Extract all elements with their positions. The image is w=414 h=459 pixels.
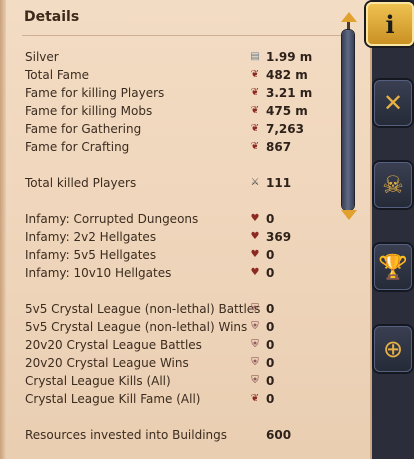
stat-row: Fame for Crafting ❦ 867 bbox=[25, 138, 315, 156]
shield-icon: ⛨ bbox=[251, 357, 259, 368]
stat-label: Crystal League Kills (All) bbox=[25, 374, 171, 388]
stat-label: 20v20 Crystal League Battles bbox=[25, 338, 202, 352]
stat-value: 111 bbox=[266, 176, 292, 190]
stat-value: 0 bbox=[266, 266, 275, 280]
stat-row: 20v20 Crystal League Wins ⛨ 0 bbox=[25, 354, 315, 372]
shield-icon: ⛨ bbox=[251, 339, 259, 350]
stat-row: 5v5 Crystal League (non-lethal) Battles ⛨… bbox=[25, 300, 315, 318]
stat-row: Infamy: 5v5 Hellgates ♥ 0 bbox=[25, 246, 315, 264]
stat-row: Infamy: Corrupted Dungeons ♥ 0 bbox=[25, 210, 315, 228]
fame-icon: ❦ bbox=[250, 87, 260, 98]
stat-label: Fame for Crafting bbox=[25, 140, 130, 154]
stat-row: Infamy: 10v10 Hellgates ♥ 0 bbox=[25, 264, 315, 282]
stat-label: Fame for Gathering bbox=[25, 122, 142, 136]
stat-label: 5v5 Crystal League (non-lethal) Wins bbox=[25, 320, 248, 334]
stat-value: 7,263 bbox=[266, 122, 304, 136]
scroll-up-arrow-icon[interactable] bbox=[341, 12, 357, 22]
infamy-icon: ♥ bbox=[250, 213, 260, 224]
stat-row: Fame for Gathering ❦ 7,263 bbox=[25, 120, 315, 138]
stat-value: 482 m bbox=[266, 68, 308, 82]
stat-label: Total Fame bbox=[25, 68, 90, 82]
stat-row: Resources invested into Buildings 600 bbox=[25, 426, 315, 444]
stats-list: Silver ▤ 1.99 m Total Fame ❦ 482 m Fame for ki… bbox=[25, 48, 315, 444]
stat-row: Crystal League Kills (All) ⛨ 0 bbox=[25, 372, 315, 390]
stat-value: 0 bbox=[266, 248, 275, 262]
fame-icon: ❦ bbox=[250, 123, 260, 134]
stat-label: Infamy: 10v10 Hellgates bbox=[25, 266, 172, 280]
stat-value: 1.99 m bbox=[266, 50, 313, 64]
skull-icon: ☠ bbox=[382, 171, 404, 199]
stat-row: Silver ▤ 1.99 m bbox=[25, 48, 315, 66]
stat-value: 475 m bbox=[266, 104, 308, 118]
stat-label: Total killed Players bbox=[25, 176, 137, 190]
stat-value: 0 bbox=[266, 392, 275, 406]
infamy-icon: ♥ bbox=[250, 231, 260, 242]
stat-value: 867 bbox=[266, 140, 292, 154]
stat-value: 0 bbox=[266, 374, 275, 388]
trophy-icon: 🏆 bbox=[378, 253, 408, 281]
crossed-swords-icon: ✕ bbox=[382, 89, 404, 117]
stat-label: Silver bbox=[25, 50, 59, 64]
stat-row: 5v5 Crystal League (non-lethal) Wins ⛨ 0 bbox=[25, 318, 315, 336]
stat-row: Fame for killing Mobs ❦ 475 m bbox=[25, 102, 315, 120]
stat-row: Total Fame ❦ 482 m bbox=[25, 66, 315, 84]
tab-pvp[interactable]: ☠ bbox=[374, 162, 412, 208]
stat-row: Infamy: 2v2 Hellgates ♥ 369 bbox=[25, 228, 315, 246]
stat-label: Resources invested into Buildings bbox=[25, 428, 228, 442]
stat-value: 0 bbox=[266, 356, 275, 370]
stat-row: Fame for killing Players ❦ 3.21 m bbox=[25, 84, 315, 102]
stat-value: 0 bbox=[266, 338, 275, 352]
globe-swords-icon: ⊕ bbox=[382, 335, 404, 363]
info-icon: i bbox=[385, 9, 395, 39]
stat-value: 0 bbox=[266, 212, 275, 226]
stat-label: Infamy: Corrupted Dungeons bbox=[25, 212, 199, 226]
stat-value: 3.21 m bbox=[266, 86, 313, 100]
stat-row: Total killed Players ⚔ 111 bbox=[25, 174, 315, 192]
shield-icon: ⛨ bbox=[251, 321, 259, 332]
fame-icon: ❦ bbox=[250, 69, 260, 80]
stat-row: Crystal League Kill Fame (All) ❦ 0 bbox=[25, 390, 315, 408]
tab-combat[interactable]: ✕ bbox=[374, 80, 412, 126]
stat-label: Fame for killing Mobs bbox=[25, 104, 153, 118]
fame-icon: ❦ bbox=[250, 393, 260, 404]
side-tab-strip bbox=[372, 0, 414, 459]
title-divider bbox=[22, 35, 342, 36]
shield-icon: ⛨ bbox=[251, 303, 259, 314]
stat-label: Infamy: 5v5 Hellgates bbox=[25, 248, 157, 262]
stat-value: 0 bbox=[266, 302, 275, 316]
infamy-icon: ♥ bbox=[250, 267, 260, 278]
stat-value: 600 bbox=[266, 428, 292, 442]
stat-label: Infamy: 2v2 Hellgates bbox=[25, 230, 157, 244]
panel-title: Details bbox=[24, 9, 80, 25]
stat-row: 20v20 Crystal League Battles ⛨ 0 bbox=[25, 336, 315, 354]
stat-label: 5v5 Crystal League (non-lethal) Battles bbox=[25, 302, 261, 316]
scroll-down-arrow-icon[interactable] bbox=[341, 210, 357, 220]
shield-icon: ⛨ bbox=[251, 375, 259, 386]
fame-icon: ❦ bbox=[250, 105, 260, 116]
silver-icon: ▤ bbox=[250, 51, 260, 62]
tab-info[interactable]: i bbox=[366, 2, 414, 46]
scrollbar-thumb[interactable] bbox=[342, 30, 354, 210]
stat-label: 20v20 Crystal League Wins bbox=[25, 356, 189, 370]
fame-icon: ❦ bbox=[250, 141, 260, 152]
stat-label: Fame for killing Players bbox=[25, 86, 165, 100]
crossed-swords-icon: ⚔ bbox=[250, 177, 260, 188]
tab-guild-war[interactable]: ⊕ bbox=[374, 326, 412, 372]
details-panel: Details Silver ▤ 1.99 m Total Fame ❦ 482 m Fam… bbox=[0, 0, 372, 459]
tab-achievements[interactable]: 🏆 bbox=[374, 244, 412, 290]
stat-value: 0 bbox=[266, 320, 275, 334]
stat-value: 369 bbox=[266, 230, 292, 244]
infamy-icon: ♥ bbox=[250, 249, 260, 260]
stat-label: Crystal League Kill Fame (All) bbox=[25, 392, 201, 406]
